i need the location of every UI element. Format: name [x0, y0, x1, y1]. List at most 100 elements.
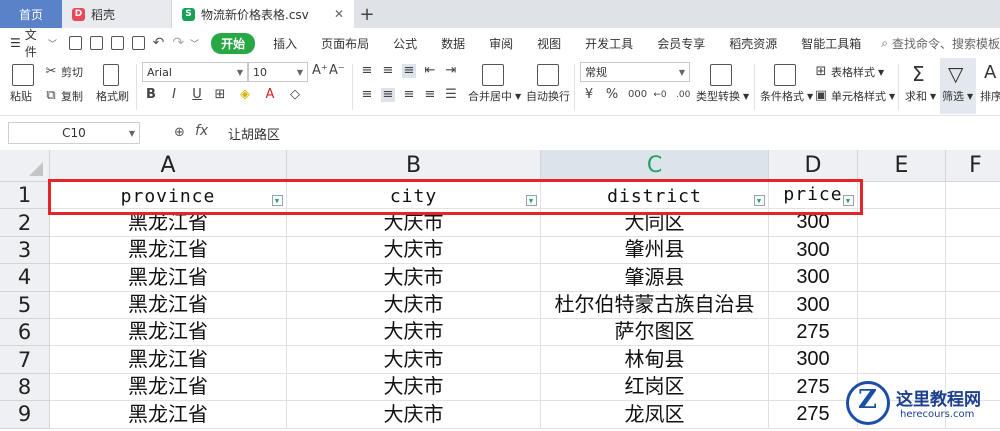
- print-icon[interactable]: [110, 36, 124, 50]
- menu-item-member[interactable]: 会员专享: [645, 35, 717, 52]
- data-cell-d9[interactable]: 275: [769, 401, 858, 429]
- data-cell-c9[interactable]: 龙凤区: [541, 401, 769, 429]
- row-header-5[interactable]: 5: [0, 291, 50, 319]
- data-cell-b7[interactable]: 大庆市: [287, 346, 541, 374]
- wrap-text-button[interactable]: 自动换行: [526, 88, 570, 104]
- row-header-4[interactable]: 4: [0, 264, 50, 292]
- formula-input[interactable]: 让胡路区: [228, 124, 280, 143]
- data-cell-d6[interactable]: 275: [769, 319, 858, 347]
- table-style-button[interactable]: ⊞ 表格样式 ▼: [814, 64, 885, 80]
- row-header-8[interactable]: 8: [0, 373, 50, 402]
- preview-icon[interactable]: [131, 36, 145, 50]
- font-grow-shrink[interactable]: A⁺ A⁻: [312, 64, 345, 78]
- data-cell-d5[interactable]: 300: [769, 291, 858, 319]
- fx-icon[interactable]: fx: [195, 123, 208, 139]
- data-cell-d3[interactable]: 300: [769, 236, 858, 265]
- filter-dropdown-icon[interactable]: ▼: [843, 195, 854, 207]
- column-header-a[interactable]: A: [50, 150, 287, 182]
- empty-cell[interactable]: [858, 209, 946, 237]
- number-format-select[interactable]: 常规 ▼: [580, 62, 690, 82]
- header-cell-c[interactable]: district ▼: [541, 182, 769, 210]
- menu-item-smart-tools[interactable]: 智能工具箱: [789, 35, 873, 52]
- empty-cell[interactable]: [858, 182, 946, 210]
- font-size-select[interactable]: 10 ▼: [248, 62, 308, 82]
- type-convert-button[interactable]: 类型转换 ▼: [696, 88, 749, 104]
- data-cell-c5[interactable]: 杜尔伯特蒙古族自治县: [541, 291, 769, 319]
- empty-cell[interactable]: [946, 237, 1000, 265]
- data-cell-a3[interactable]: 黑龙江省: [50, 236, 287, 265]
- zoom-icon[interactable]: ⊕: [174, 125, 185, 140]
- filter-button[interactable]: ▽ 筛选 ▼: [940, 58, 976, 114]
- row-header-6[interactable]: 6: [0, 319, 50, 347]
- tab-docer[interactable]: D 稻壳: [62, 0, 172, 28]
- filter-dropdown-icon[interactable]: ▼: [754, 195, 765, 207]
- select-all-corner[interactable]: [0, 150, 50, 182]
- data-cell-b6[interactable]: 大庆市: [287, 319, 541, 347]
- header-cell-d[interactable]: price ▼: [769, 182, 858, 210]
- increase-decimal-icon[interactable]: ←0: [653, 88, 667, 102]
- data-cell-c8[interactable]: 红岗区: [541, 373, 769, 402]
- data-cell-b5[interactable]: 大庆市: [287, 291, 541, 319]
- data-cell-b2[interactable]: 大庆市: [287, 209, 541, 237]
- header-cell-b[interactable]: city ▼: [287, 182, 541, 210]
- paste-icon[interactable]: [12, 64, 34, 86]
- empty-cell[interactable]: [858, 264, 946, 292]
- format-painter-button[interactable]: 格式刷: [96, 88, 129, 104]
- menu-item-review[interactable]: 审阅: [477, 35, 525, 52]
- data-cell-b8[interactable]: 大庆市: [287, 373, 541, 402]
- cell-style-button[interactable]: ▣ 单元格样式 ▼: [814, 88, 895, 104]
- data-cell-d8[interactable]: 275: [769, 373, 858, 402]
- sort-icon[interactable]: A: [984, 62, 996, 83]
- merge-center-button[interactable]: 合并居中 ▼: [468, 88, 521, 104]
- data-cell-c6[interactable]: 萨尔图区: [541, 319, 769, 347]
- name-box[interactable]: C10 ▼: [8, 122, 140, 144]
- sum-button[interactable]: 求和 ▼: [905, 88, 936, 104]
- column-header-e[interactable]: E: [858, 150, 946, 182]
- align-bottom-icon[interactable]: ≡: [402, 64, 416, 78]
- row-header-7[interactable]: 7: [0, 346, 50, 374]
- empty-cell[interactable]: [946, 182, 1000, 210]
- empty-cell[interactable]: [858, 291, 946, 319]
- data-cell-a2[interactable]: 黑龙江省: [50, 209, 287, 237]
- tab-home[interactable]: 首页: [0, 0, 62, 28]
- distributed-icon[interactable]: ☰: [444, 88, 458, 102]
- indent-decrease-icon[interactable]: ⇤: [423, 64, 437, 78]
- empty-cell[interactable]: [858, 319, 946, 347]
- indent-increase-icon[interactable]: ⇥: [444, 64, 458, 78]
- menu-item-data[interactable]: 数据: [429, 35, 477, 52]
- align-top-icon[interactable]: ≡: [360, 64, 374, 78]
- thousands-icon[interactable]: 000: [628, 88, 647, 102]
- empty-cell[interactable]: [858, 236, 946, 265]
- percent-icon[interactable]: %: [605, 88, 619, 102]
- format-painter-icon[interactable]: [103, 64, 119, 86]
- empty-cell[interactable]: [946, 264, 1000, 292]
- currency-icon[interactable]: ¥: [582, 88, 596, 102]
- column-header-d[interactable]: D: [769, 150, 858, 182]
- align-right-icon[interactable]: ≡: [402, 88, 416, 102]
- menu-item-insert[interactable]: 插入: [261, 35, 309, 52]
- filter-dropdown-icon[interactable]: ▼: [526, 195, 537, 207]
- redo-icon[interactable]: ↷: [172, 35, 184, 51]
- menu-item-view[interactable]: 视图: [525, 35, 573, 52]
- row-header-9[interactable]: 9: [0, 401, 50, 429]
- decrease-decimal-icon[interactable]: .00: [676, 88, 690, 102]
- more-icon[interactable]: ﹀: [190, 37, 199, 50]
- data-cell-c3[interactable]: 肇州县: [541, 236, 769, 265]
- align-left-icon[interactable]: ≡: [360, 88, 374, 102]
- data-cell-b9[interactable]: 大庆市: [287, 401, 541, 429]
- data-cell-a5[interactable]: 黑龙江省: [50, 291, 287, 319]
- paste-button[interactable]: 粘贴: [10, 88, 32, 104]
- font-color-icon[interactable]: A: [263, 88, 277, 102]
- column-header-f[interactable]: F: [946, 150, 1000, 182]
- file-menu[interactable]: ☰ 文件 ﹀: [10, 26, 57, 60]
- data-cell-a9[interactable]: 黑龙江省: [50, 401, 287, 429]
- filter-dropdown-icon[interactable]: ▼: [272, 195, 283, 207]
- conditional-format-button[interactable]: 条件格式 ▼: [760, 88, 813, 104]
- sum-icon[interactable]: Σ: [912, 62, 925, 86]
- align-center-icon[interactable]: ≡: [381, 88, 395, 102]
- add-tab-button[interactable]: +: [354, 0, 380, 28]
- menu-item-docer-resources[interactable]: 稻壳资源: [717, 35, 789, 52]
- menu-item-page-layout[interactable]: 页面布局: [309, 35, 381, 52]
- empty-cell[interactable]: [858, 346, 946, 374]
- data-cell-d2[interactable]: 300: [769, 209, 858, 237]
